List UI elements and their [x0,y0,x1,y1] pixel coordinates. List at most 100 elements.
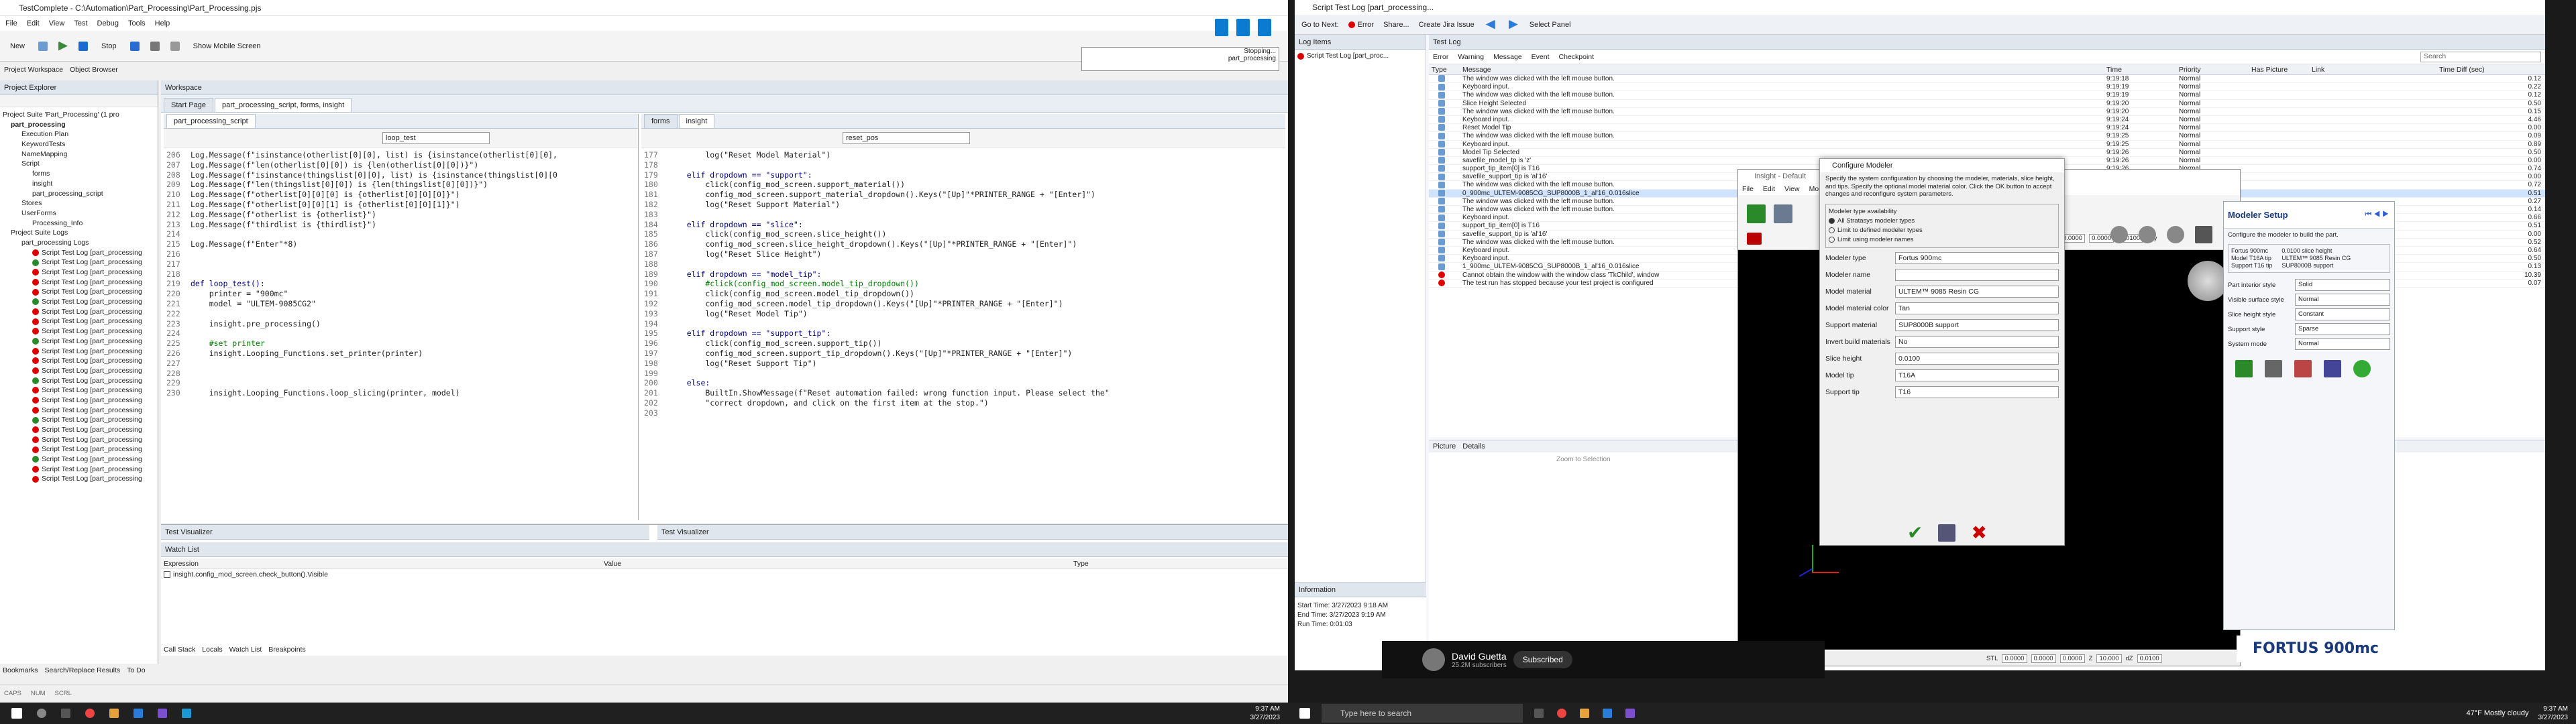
tree-log-item[interactable]: Script Test Log [part_processing [1,385,156,396]
log-row[interactable]: Reset Model Tip 9:19:24 Normal 0.00 [1429,124,2545,133]
testcomplete-icon[interactable] [1625,709,1635,718]
insight-menu-edit[interactable]: Edit [1763,185,1775,193]
tree-script[interactable]: Script [1,159,156,169]
code-line[interactable]: 181 config_mod_screen.support_material_d… [641,190,1285,200]
tree-insight[interactable]: insight [1,179,156,189]
tab-todo[interactable]: To Do [127,666,145,674]
log-row[interactable]: The window was clicked with the left mou… [1429,75,2545,84]
tab-locals[interactable]: Locals [202,646,222,654]
tree-project-logs[interactable]: part_processing Logs [1,238,156,248]
filter-message[interactable]: Message [1493,53,1522,61]
config-field-dropdown[interactable]: 0.0100 [1895,352,2059,365]
filter-event[interactable]: Event [1532,53,1550,61]
code-line[interactable]: 226 insight.Looping_Functions.set_printe… [164,349,638,359]
stop-icon[interactable] [78,41,89,51]
tree-log-item[interactable]: Script Test Log [part_processing [1,455,156,465]
code-line[interactable]: 182 log("Reset Support Material") [641,200,1285,210]
code-line[interactable]: 194 [641,319,1285,329]
col-link[interactable]: Link [2312,64,2439,74]
tab-bookmarks[interactable]: Bookmarks [3,666,38,674]
tab-start-page[interactable]: Start Page [164,98,213,112]
testcomplete-icon[interactable] [158,709,167,718]
tool-icon[interactable] [1774,204,1792,223]
log-search-input[interactable]: Search [2420,51,2541,62]
code-line[interactable]: 201 BuiltIn.ShowMessage(f"Reset automati… [641,388,1285,398]
radio-names[interactable]: Limit using modeler names [1829,235,2055,245]
pause-icon[interactable] [129,41,140,51]
filter-checkpoint[interactable]: Checkpoint [1559,53,1595,61]
subscribed-button[interactable]: Subscribed [1513,651,1572,668]
log-items-entry[interactable]: Script Test Log [part_proc... [1295,50,1426,62]
step-icon[interactable] [150,41,160,51]
menu-tools[interactable]: Tools [128,16,146,31]
code-line[interactable]: 208 Log.Message(f"isinstance(thingslist[0… [164,170,638,180]
code-line[interactable]: 188 [641,259,1285,269]
tab-scripts[interactable]: part_processing_script, forms, insight [214,98,352,112]
col-message[interactable]: Message [1462,64,2106,74]
tree-log-item[interactable]: Script Test Log [part_processing [1,267,156,278]
support-tool-icon[interactable] [2265,360,2282,377]
tab-object-browser[interactable]: Object Browser [70,66,118,74]
menu-edit[interactable]: Edit [27,16,40,31]
config-field-dropdown[interactable] [1895,268,2059,281]
tree-log-item[interactable]: Script Test Log [part_processing [1,435,156,445]
col-has-picture[interactable]: Has Picture [2251,64,2312,74]
tree-log-item[interactable]: Script Test Log [part_processing [1,465,156,475]
code-line[interactable]: 198 log("Reset Support Tip") [641,359,1285,369]
zoom-out-icon[interactable] [2167,226,2184,243]
routine-dropdown-right[interactable]: reset_pos [843,132,970,144]
modeler-field-dropdown[interactable]: Sparse [2295,323,2390,335]
zoom-to-selection[interactable]: Zoom to Selection [1556,456,1611,463]
tree-project[interactable]: part_processing [1,120,156,130]
code-line[interactable]: 199 [641,369,1285,379]
code-line[interactable]: 186 config_mod_screen.slice_height_dropd… [641,239,1285,249]
tree-log-item[interactable]: Script Test Log [part_processing [1,415,156,425]
config-field-dropdown[interactable]: T16 [1895,385,2059,398]
code-line[interactable]: 187 log("Reset Slice Height") [641,249,1285,259]
insight-menu-mo[interactable]: Mo [1809,185,1819,193]
layers-icon[interactable] [1747,233,1762,245]
tree-log-item[interactable]: Script Test Log [part_processing [1,297,156,307]
tree-log-item[interactable]: Script Test Log [part_processing [1,376,156,386]
code-line[interactable]: 228 [164,369,638,379]
tree-log-item[interactable]: Script Test Log [part_processing [1,356,156,366]
tab-search-replace[interactable]: Search/Replace Results [45,666,121,674]
radio-all[interactable]: All Stratasys modeler types [1829,217,2055,226]
tree-keywordtests[interactable]: KeywordTests [1,139,156,149]
vscode-icon[interactable] [1603,709,1612,718]
config-field-dropdown[interactable]: ULTEM™ 9085 Resin CG [1895,285,2059,298]
modeler-field-dropdown[interactable]: Normal [2295,338,2390,350]
col-type[interactable]: Type [1429,64,1462,74]
code-line[interactable]: 227 [164,359,638,369]
code-line[interactable]: 184 elif dropdown == "slice": [641,220,1285,230]
config-field-dropdown[interactable]: T16A [1895,369,2059,381]
log-row[interactable]: Keyboard input. 9:19:24 Normal 4.46 [1429,116,2545,125]
tab-watch-list[interactable]: Watch List [229,646,262,654]
tab-part-processing-script[interactable]: part_processing_script [166,114,256,128]
new-button[interactable]: New [5,40,30,52]
vscode-icon[interactable] [133,709,143,718]
select-panel-button[interactable]: Select Panel [1529,21,1571,29]
log-row[interactable]: Keyboard input. 9:19:19 Normal 0.22 [1429,83,2545,92]
menu-debug[interactable]: Debug [97,16,119,31]
tree-forms[interactable]: forms [1,169,156,179]
filter-warning[interactable]: Warning [1458,53,1484,61]
task-view-icon[interactable] [1534,709,1544,718]
zoom-fit-icon[interactable] [2139,226,2156,243]
save-icon[interactable] [38,41,48,51]
recorder-pause-icon[interactable] [1236,19,1250,36]
menu-test[interactable]: Test [74,16,87,31]
code-area-left[interactable]: 206 Log.Message(f"isinstance(otherlist[0]… [164,147,638,398]
record-icon[interactable] [170,41,180,51]
cancel-x-icon[interactable]: ✖ [1971,524,1986,542]
col-time[interactable]: Time [2106,64,2179,74]
tab-insight[interactable]: insight [678,114,715,128]
tree-namemapping[interactable]: NameMapping [1,149,156,160]
insight-menu-view[interactable]: View [1784,185,1800,193]
modeler-field-dropdown[interactable]: Solid [2295,279,2390,291]
code-line[interactable]: 219 def loop_test(): [164,279,638,289]
code-line[interactable]: 221 model = "ULTEM-9085CG2" [164,299,638,309]
app-icon[interactable] [182,709,191,718]
code-line[interactable]: 202 "correct dropdown, and click on the … [641,398,1285,408]
channel-name[interactable]: David Guetta [1452,651,1507,662]
